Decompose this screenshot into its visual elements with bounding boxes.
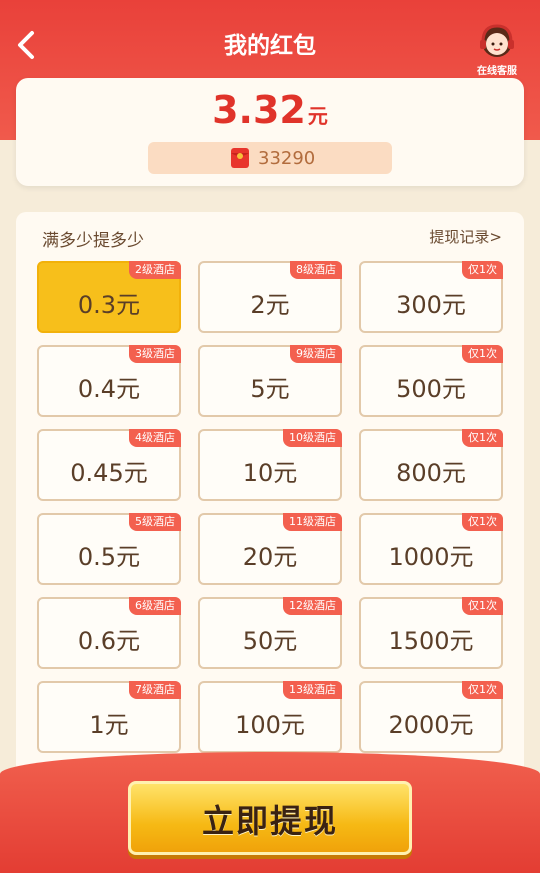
option-tag-badge: 6级酒店 xyxy=(129,597,181,615)
customer-service-button[interactable]: 在线客服 xyxy=(464,20,530,77)
option-tag-badge: 11级酒店 xyxy=(283,513,342,531)
withdraw-now-label: 立即提现 xyxy=(201,802,338,840)
option-amount: 800元 xyxy=(396,459,466,487)
section-title: 满多少提多少 xyxy=(42,231,144,251)
red-packet-icon xyxy=(231,148,249,168)
option-amount: 5元 xyxy=(250,375,290,403)
withdraw-option-tile[interactable]: 8级酒店 2元 xyxy=(198,261,342,333)
withdraw-option-tile[interactable]: 12级酒店 50元 xyxy=(198,597,342,669)
option-tag-badge: 仅1次 xyxy=(462,513,503,531)
withdraw-now-button[interactable]: 立即提现 xyxy=(128,781,412,855)
withdraw-option-tile[interactable]: 10级酒店 10元 xyxy=(198,429,342,501)
option-tag-badge: 12级酒店 xyxy=(283,597,342,615)
option-amount: 1500元 xyxy=(388,627,474,655)
option-amount: 100元 xyxy=(235,711,305,739)
option-amount: 1000元 xyxy=(388,543,474,571)
option-amount: 0.3元 xyxy=(77,291,141,319)
option-tag-badge: 10级酒店 xyxy=(283,429,342,447)
withdraw-option-tile[interactable]: 仅1次 1500元 xyxy=(359,597,503,669)
option-tag-badge: 仅1次 xyxy=(462,345,503,363)
option-amount: 20元 xyxy=(242,543,298,571)
withdraw-record-link[interactable]: 提现记录> xyxy=(429,226,502,247)
customer-service-avatar-icon xyxy=(480,24,514,57)
withdraw-option-tile[interactable]: 4级酒店 0.45元 xyxy=(37,429,181,501)
option-tag-badge: 2级酒店 xyxy=(129,261,181,279)
option-tag-badge: 3级酒店 xyxy=(129,345,181,363)
option-amount: 10元 xyxy=(242,459,298,487)
option-tag-badge: 仅1次 xyxy=(462,681,503,699)
withdraw-option-tile[interactable]: 6级酒店 0.6元 xyxy=(37,597,181,669)
withdraw-option-tile[interactable]: 3级酒店 0.4元 xyxy=(37,345,181,417)
withdraw-option-tile[interactable]: 2级酒店 0.3元 xyxy=(37,261,181,333)
option-amount: 0.5元 xyxy=(77,543,141,571)
option-tag-badge: 8级酒店 xyxy=(290,261,342,279)
option-amount: 0.6元 xyxy=(77,627,141,655)
withdraw-option-tile[interactable]: 7级酒店 1元 xyxy=(37,681,181,753)
coin-balance-pill: 33290 xyxy=(148,142,392,174)
withdraw-option-tile[interactable]: 5级酒店 0.5元 xyxy=(37,513,181,585)
withdraw-option-tile[interactable]: 仅1次 800元 xyxy=(359,429,503,501)
option-amount: 2000元 xyxy=(388,711,474,739)
balance-number: 3.32 xyxy=(212,88,306,132)
option-tag-badge: 仅1次 xyxy=(462,597,503,615)
option-amount: 50元 xyxy=(242,627,298,655)
option-amount: 0.4元 xyxy=(77,375,141,403)
page-title: 我的红包 xyxy=(224,33,316,59)
option-amount: 1元 xyxy=(89,711,129,739)
option-tag-badge: 4级酒店 xyxy=(129,429,181,447)
option-tag-badge: 7级酒店 xyxy=(129,681,181,699)
option-amount: 500元 xyxy=(396,375,466,403)
withdraw-option-tile[interactable]: 11级酒店 20元 xyxy=(198,513,342,585)
withdraw-option-tile[interactable]: 仅1次 300元 xyxy=(359,261,503,333)
withdraw-option-tile[interactable]: 仅1次 500元 xyxy=(359,345,503,417)
balance-card: 3.32 元 33290 xyxy=(16,78,524,186)
withdraw-option-tile[interactable]: 13级酒店 100元 xyxy=(198,681,342,753)
option-amount: 300元 xyxy=(396,291,466,319)
withdraw-option-tile[interactable]: 仅1次 1000元 xyxy=(359,513,503,585)
coin-count: 33290 xyxy=(258,148,316,169)
withdraw-option-tile[interactable]: 9级酒店 5元 xyxy=(198,345,342,417)
option-amount: 0.45元 xyxy=(70,459,148,487)
customer-service-label: 在线客服 xyxy=(477,66,517,77)
balance-amount: 3.32 元 xyxy=(16,88,524,132)
option-tag-badge: 13级酒店 xyxy=(283,681,342,699)
option-tag-badge: 9级酒店 xyxy=(290,345,342,363)
option-amount: 2元 xyxy=(250,291,290,319)
withdraw-option-tile[interactable]: 仅1次 2000元 xyxy=(359,681,503,753)
option-tag-badge: 5级酒店 xyxy=(129,513,181,531)
option-tag-badge: 仅1次 xyxy=(462,429,503,447)
option-tag-badge: 仅1次 xyxy=(462,261,503,279)
balance-unit: 元 xyxy=(307,104,328,128)
